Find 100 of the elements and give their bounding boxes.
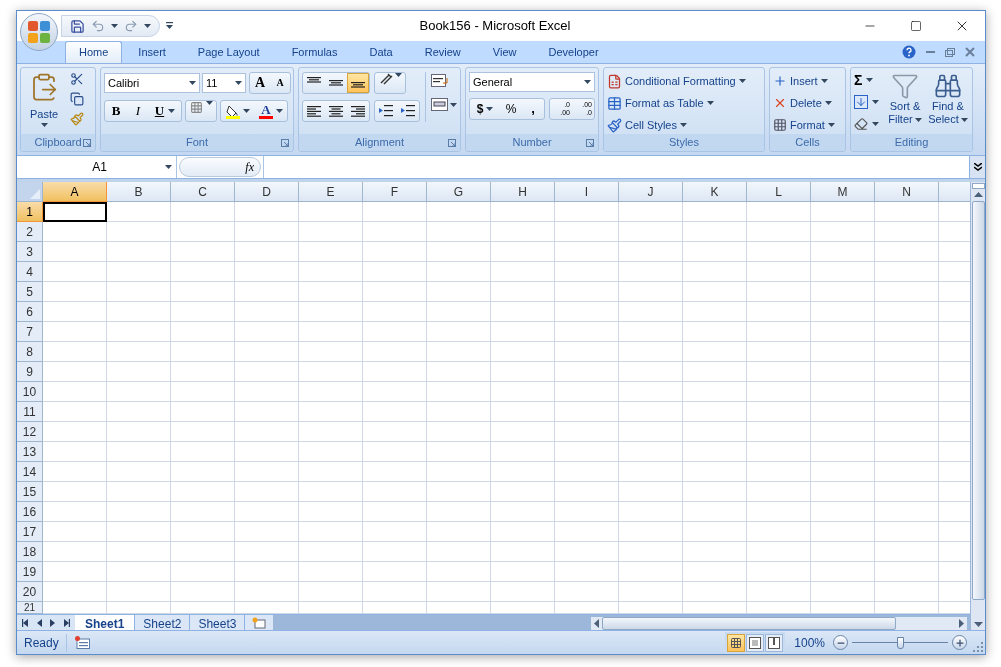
table-cell[interactable] <box>235 542 299 562</box>
table-cell[interactable] <box>299 562 363 582</box>
table-cell[interactable] <box>299 262 363 282</box>
vertical-scrollbar[interactable] <box>970 182 985 630</box>
table-cell[interactable] <box>683 402 747 422</box>
table-cell[interactable] <box>875 322 939 342</box>
table-cell[interactable] <box>491 242 555 262</box>
table-cell[interactable] <box>299 422 363 442</box>
table-cell[interactable] <box>427 262 491 282</box>
table-cell[interactable] <box>363 482 427 502</box>
table-cell[interactable] <box>683 222 747 242</box>
table-cell[interactable] <box>299 222 363 242</box>
row-header[interactable]: 4 <box>17 262 43 282</box>
column-header[interactable]: E <box>299 182 363 202</box>
table-cell[interactable] <box>747 242 811 262</box>
number-format-dropdown[interactable]: General <box>469 72 595 92</box>
workbook-close-icon[interactable] <box>965 47 975 57</box>
undo-icon[interactable] <box>91 19 105 33</box>
table-cell[interactable] <box>683 462 747 482</box>
scroll-down-icon[interactable] <box>973 622 983 627</box>
table-cell[interactable] <box>107 462 171 482</box>
table-cell[interactable] <box>299 202 363 222</box>
table-cell[interactable] <box>747 522 811 542</box>
table-cell[interactable] <box>555 362 619 382</box>
ribbon-tab[interactable]: Developer <box>532 41 615 63</box>
table-cell[interactable] <box>811 422 875 442</box>
table-cell[interactable] <box>107 202 171 222</box>
font-color-button[interactable]: A <box>255 101 287 121</box>
table-cell[interactable] <box>555 282 619 302</box>
table-cell[interactable] <box>363 402 427 422</box>
table-cell[interactable] <box>299 362 363 382</box>
workbook-restore-icon[interactable] <box>945 47 955 57</box>
table-cell[interactable] <box>235 322 299 342</box>
underline-button[interactable]: U <box>149 101 181 121</box>
table-cell[interactable] <box>491 202 555 222</box>
table-cell[interactable] <box>171 342 235 362</box>
wrap-text-icon[interactable] <box>431 74 448 88</box>
row-header[interactable]: 10 <box>17 382 43 402</box>
grow-font-button[interactable]: A <box>250 73 270 93</box>
format-painter-icon[interactable] <box>70 112 84 126</box>
table-cell[interactable] <box>683 342 747 362</box>
zoom-level[interactable]: 100% <box>794 633 825 652</box>
table-cell[interactable] <box>427 522 491 542</box>
table-cell[interactable] <box>171 262 235 282</box>
redo-icon[interactable] <box>124 19 138 33</box>
column-header[interactable]: B <box>107 182 171 202</box>
table-cell[interactable] <box>363 502 427 522</box>
save-icon[interactable] <box>70 18 85 34</box>
table-cell[interactable] <box>107 342 171 362</box>
table-cell[interactable] <box>619 322 683 342</box>
table-cell[interactable] <box>555 482 619 502</box>
table-cell[interactable] <box>747 202 811 222</box>
column-header[interactable]: G <box>427 182 491 202</box>
table-cell[interactable] <box>363 282 427 302</box>
expand-formula-bar-button[interactable] <box>969 156 985 178</box>
table-cell[interactable] <box>235 362 299 382</box>
column-header[interactable]: I <box>555 182 619 202</box>
table-cell[interactable] <box>491 522 555 542</box>
sheet-navigation-icon[interactable] <box>64 619 70 627</box>
table-cell[interactable] <box>171 462 235 482</box>
select-all-button[interactable] <box>17 182 43 202</box>
table-cell[interactable] <box>235 302 299 322</box>
table-cell[interactable] <box>171 302 235 322</box>
table-cell[interactable] <box>427 482 491 502</box>
table-cell[interactable] <box>683 482 747 502</box>
table-cell[interactable] <box>107 522 171 542</box>
table-cell[interactable] <box>811 342 875 362</box>
table-cell[interactable] <box>491 442 555 462</box>
comma-button[interactable]: , <box>522 99 544 119</box>
table-cell[interactable] <box>171 362 235 382</box>
table-cell[interactable] <box>555 402 619 422</box>
scroll-up-icon[interactable] <box>973 192 983 197</box>
ribbon-tab[interactable]: Data <box>353 41 409 63</box>
table-cell[interactable] <box>811 502 875 522</box>
autosum-button[interactable]: Σ <box>854 71 879 89</box>
table-cell[interactable] <box>747 422 811 442</box>
table-cell[interactable] <box>363 242 427 262</box>
table-cell[interactable] <box>107 482 171 502</box>
table-cell[interactable] <box>811 282 875 302</box>
table-cell[interactable] <box>811 462 875 482</box>
row-header[interactable]: 17 <box>17 522 43 542</box>
zoom-slider[interactable] <box>852 636 948 649</box>
table-cell[interactable] <box>43 422 107 442</box>
row-header[interactable]: 1 <box>17 202 43 222</box>
table-cell[interactable] <box>555 562 619 582</box>
row-header[interactable]: 14 <box>17 462 43 482</box>
table-cell[interactable] <box>363 582 427 602</box>
table-cell[interactable] <box>683 262 747 282</box>
table-cell[interactable] <box>875 482 939 502</box>
vertical-align-button[interactable] <box>347 73 369 93</box>
table-cell[interactable] <box>875 282 939 302</box>
table-cell[interactable] <box>683 362 747 382</box>
zoom-out-button[interactable] <box>833 635 848 650</box>
table-cell[interactable] <box>299 342 363 362</box>
table-cell[interactable] <box>299 242 363 262</box>
row-header[interactable]: 6 <box>17 302 43 322</box>
table-cell[interactable] <box>875 202 939 222</box>
table-cell[interactable] <box>235 422 299 442</box>
table-cell[interactable] <box>683 202 747 222</box>
copy-icon[interactable] <box>70 92 84 106</box>
